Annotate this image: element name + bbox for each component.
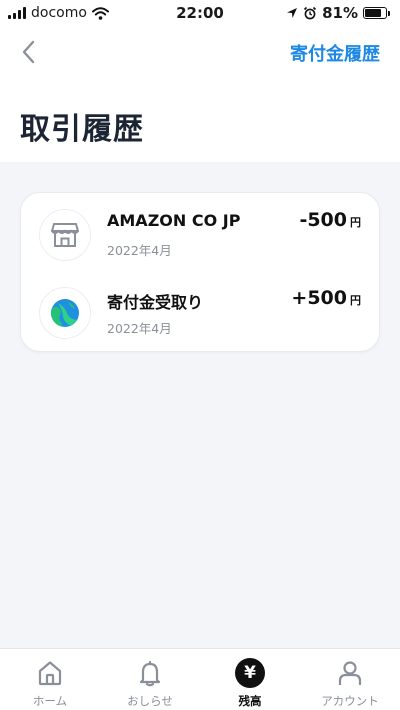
amount-value: -500 [299, 209, 347, 231]
chevron-left-icon [22, 40, 35, 64]
wifi-icon [91, 6, 109, 20]
amount-value: +500 [291, 287, 347, 309]
home-icon [34, 657, 66, 689]
yen-glyph: ¥ [235, 658, 265, 688]
carrier-name: docomo [31, 5, 87, 21]
back-button[interactable] [14, 38, 42, 66]
amount-unit: 円 [350, 216, 361, 229]
signal-icon [8, 7, 26, 19]
status-right: 81% [286, 4, 390, 22]
tab-account[interactable]: アカウント [300, 649, 400, 710]
globe-leaf-icon [39, 287, 91, 339]
page-title: 取引履歴 [20, 112, 144, 147]
bell-icon [134, 657, 166, 689]
transaction-amount: +500 円 [291, 287, 361, 309]
person-icon [334, 657, 366, 689]
alarm-icon [304, 6, 317, 20]
transaction-date: 2022年4月 [107, 243, 172, 258]
transaction-name: AMAZON CO JP [107, 211, 241, 230]
yen-icon: ¥ [234, 657, 266, 689]
transaction-name: 寄付金受取り [107, 293, 204, 312]
transaction-list: AMAZON CO JP 2022年4月 -500 円 寄付金受取り 2022年… [20, 192, 380, 352]
location-arrow-icon [287, 8, 298, 18]
tab-label: 残高 [238, 694, 262, 708]
store-icon [39, 209, 91, 261]
battery-percent: 81% [322, 4, 358, 22]
tab-label: おしらせ [127, 694, 173, 708]
tab-notifications[interactable]: おしらせ [100, 649, 200, 710]
transaction-row[interactable]: AMAZON CO JP 2022年4月 -500 円 [21, 203, 381, 273]
donation-history-link[interactable]: 寄付金履歴 [290, 40, 380, 66]
tab-label: ホーム [32, 694, 68, 708]
status-left: docomo [8, 5, 109, 21]
transaction-date: 2022年4月 [107, 321, 172, 336]
page-header: 寄付金履歴 取引履歴 [0, 26, 400, 162]
tab-label: アカウント [321, 694, 379, 708]
amount-unit: 円 [350, 294, 361, 307]
transaction-row[interactable]: 寄付金受取り 2022年4月 +500 円 [21, 281, 381, 351]
status-bar: docomo 22:00 81% [0, 0, 400, 26]
tab-balance[interactable]: ¥ 残高 [200, 649, 300, 710]
battery-icon [363, 7, 390, 19]
tab-bar: ホーム おしらせ ¥ 残高 アカウント [0, 648, 400, 710]
tab-home[interactable]: ホーム [0, 649, 100, 710]
transaction-amount: -500 円 [299, 209, 361, 231]
